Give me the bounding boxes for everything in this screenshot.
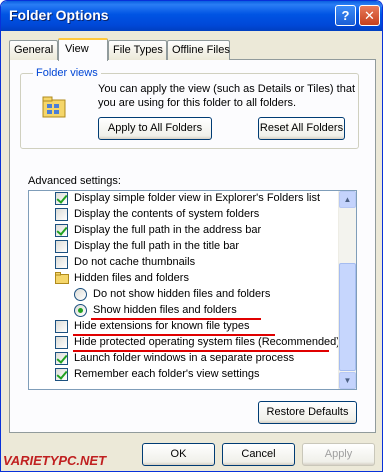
advanced-settings-list[interactable]: Display simple folder view in Explorer's… xyxy=(28,190,357,390)
tab-general[interactable]: General xyxy=(9,40,58,60)
highlight-underline xyxy=(73,350,329,352)
folder-options-window: Folder Options ? ✕ General View File Typ… xyxy=(0,0,383,472)
list-item-label: Display the full path in the address bar xyxy=(74,224,262,236)
scroll-thumb[interactable] xyxy=(339,263,356,371)
highlight-underline xyxy=(73,334,275,336)
checkbox[interactable] xyxy=(55,256,68,269)
checkbox[interactable] xyxy=(55,240,68,253)
list-item-label: Hide extensions for known file types xyxy=(74,320,250,332)
checkbox[interactable] xyxy=(55,192,68,205)
list-item-label: Do not cache thumbnails xyxy=(74,256,196,268)
scroll-up-arrow-icon[interactable]: ▲ xyxy=(339,191,356,208)
folder-views-description: You can apply the view (such as Details … xyxy=(98,83,356,109)
checkbox[interactable] xyxy=(55,368,68,381)
watermark: VARIETYPC.NET xyxy=(3,453,107,468)
radio-button[interactable] xyxy=(74,304,87,317)
window-title: Folder Options xyxy=(9,7,109,23)
ok-button[interactable]: OK xyxy=(142,443,215,466)
cancel-button[interactable]: Cancel xyxy=(222,443,295,466)
list-item-label: Remember each folder's view settings xyxy=(74,368,260,380)
tab-view[interactable]: View xyxy=(58,38,108,61)
apply-button[interactable]: Apply xyxy=(302,443,375,466)
folder-views-icon xyxy=(42,96,66,118)
radio-button[interactable] xyxy=(74,288,87,301)
advanced-settings-label: Advanced settings: xyxy=(28,175,121,187)
checkbox[interactable] xyxy=(55,224,68,237)
tab-offline-files[interactable]: Offline Files xyxy=(167,40,230,60)
folder-icon xyxy=(55,272,69,284)
help-button[interactable]: ? xyxy=(335,5,356,26)
list-item-label: Show hidden files and folders xyxy=(93,304,237,316)
list-item-label: Display simple folder view in Explorer's… xyxy=(74,192,321,204)
checkbox[interactable] xyxy=(55,208,68,221)
list-scrollbar[interactable]: ▲ ▼ xyxy=(338,191,356,389)
reset-all-folders-button[interactable]: Reset All Folders xyxy=(258,117,345,140)
highlight-underline xyxy=(91,318,261,320)
checkbox[interactable] xyxy=(55,320,68,333)
checkbox[interactable] xyxy=(55,336,68,349)
title-bar[interactable]: Folder Options ? ✕ xyxy=(1,1,382,31)
list-item-label: Display the full path in the title bar xyxy=(74,240,240,252)
list-item-label: Do not show hidden files and folders xyxy=(93,288,271,300)
restore-defaults-button[interactable]: Restore Defaults xyxy=(258,401,357,424)
list-item-label: Hidden files and folders xyxy=(74,272,189,284)
checkbox[interactable] xyxy=(55,352,68,365)
scroll-down-arrow-icon[interactable]: ▼ xyxy=(339,372,356,389)
list-item-label: Hide protected operating system files (R… xyxy=(74,336,340,348)
list-item-label: Launch folder windows in a separate proc… xyxy=(74,352,295,364)
close-button[interactable]: ✕ xyxy=(359,5,380,26)
folder-views-label: Folder views xyxy=(33,67,101,79)
apply-to-all-folders-button[interactable]: Apply to All Folders xyxy=(98,117,212,140)
list-item-label: Display the contents of system folders xyxy=(74,208,260,220)
tab-file-types[interactable]: File Types xyxy=(108,40,167,60)
